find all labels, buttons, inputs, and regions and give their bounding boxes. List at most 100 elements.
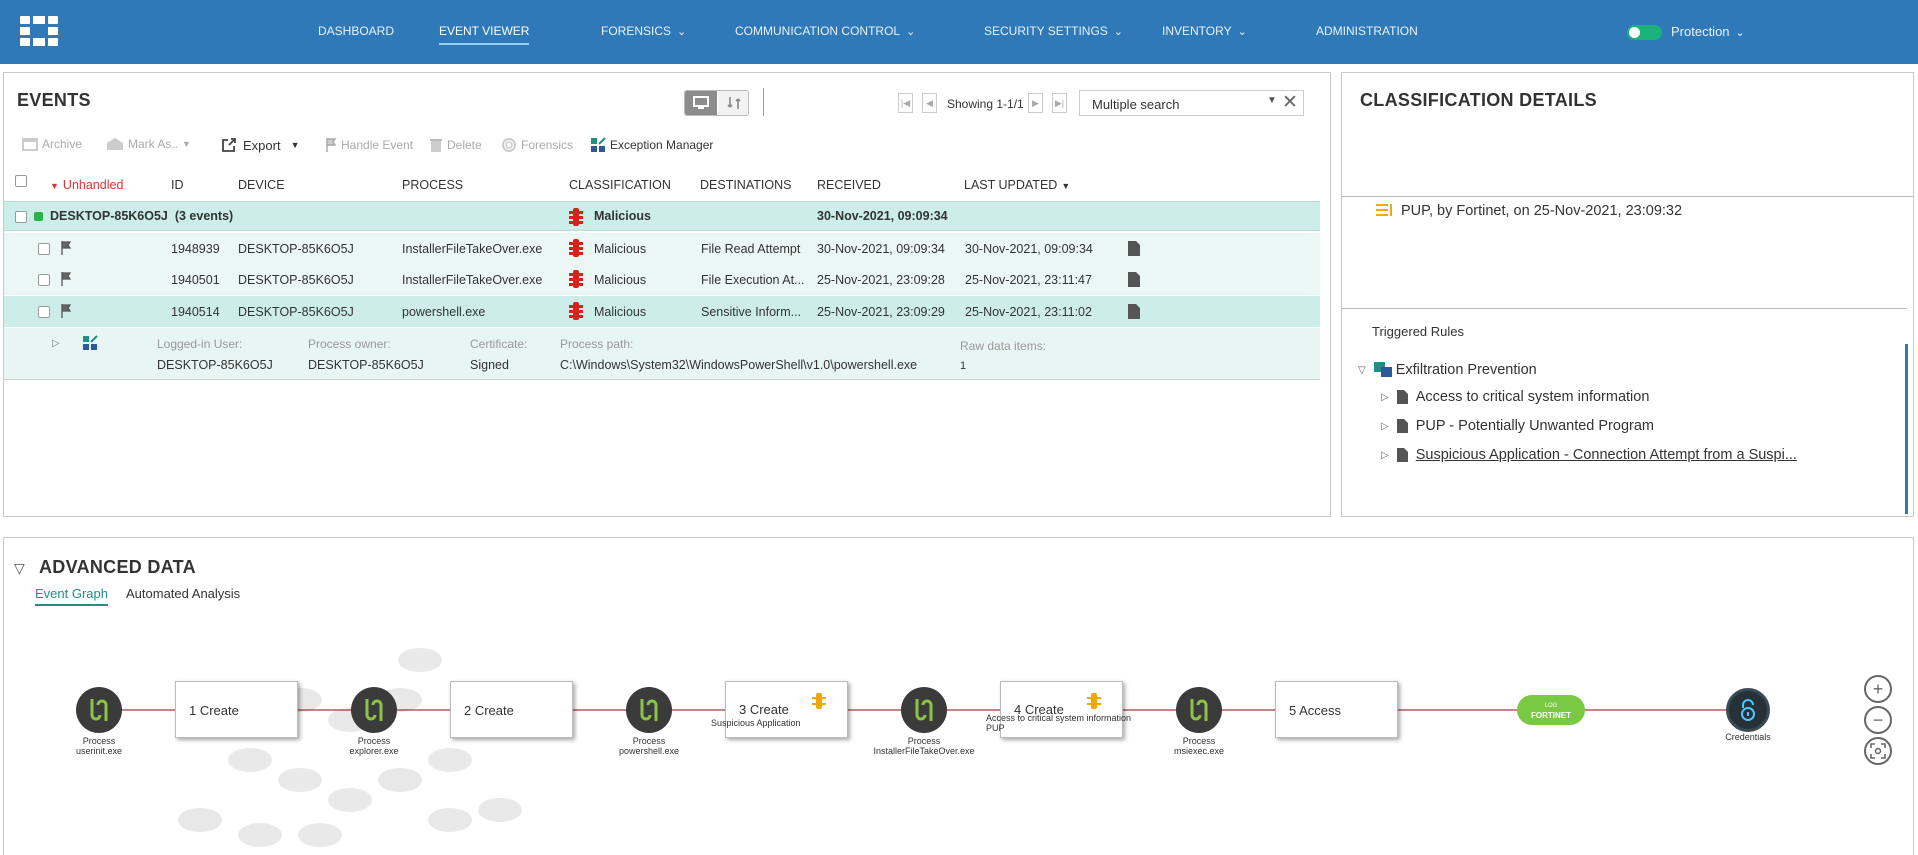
event-detail-panel: ▷ Logged-in User: DESKTOP-85K6O5J Proces… [4, 328, 1320, 380]
row-process: InstallerFileTakeOver.exe [402, 272, 543, 287]
table-row[interactable]: 1940501 DESKTOP-85K6O5J InstallerFileTak… [4, 264, 1320, 295]
document-icon [1396, 448, 1408, 462]
device-group-row[interactable]: DESKTOP-85K6O5J (3 events) Malicious 30-… [4, 201, 1320, 231]
nav-communication-control[interactable]: COMMUNICATION CONTROL ⌄ [735, 24, 915, 38]
exception-manager-button[interactable]: Exception Manager [590, 137, 713, 153]
forensics-button[interactable]: Forensics [501, 137, 573, 153]
expand-arrow-icon[interactable]: ▷ [52, 338, 60, 349]
group-checkbox[interactable] [15, 211, 27, 223]
rule-item[interactable]: ▷ Access to critical system information [1381, 389, 1649, 405]
group-received: 30-Nov-2021, 09:09:34 [817, 209, 948, 223]
column-header-last-updated[interactable]: LAST UPDATED ▼ [964, 178, 1070, 192]
document-icon[interactable] [1128, 304, 1140, 319]
process-icon [915, 699, 933, 721]
nav-event-viewer[interactable]: EVENT VIEWER [439, 24, 530, 45]
first-page-button[interactable]: |◀ [898, 93, 913, 113]
protection-menu[interactable]: Protection ⌄ [1671, 24, 1745, 39]
action-node-create-3[interactable]: 3 Create Suspicious Application [711, 681, 848, 738]
classification-entry: PUP, by Fortinet, on 25-Nov-2021, 23:09:… [1401, 203, 1683, 219]
fortinet-logo-icon[interactable] [20, 16, 58, 46]
action-node-create-4[interactable]: 4 Create Access to critical system infor… [986, 681, 1131, 738]
tab-event-graph[interactable]: Event Graph [35, 586, 108, 606]
process-node-msiexec[interactable] [1176, 687, 1222, 733]
column-header-destinations[interactable]: DESTINATIONS [700, 178, 791, 192]
action-node-access-5[interactable]: 5 Access [1275, 681, 1398, 738]
last-page-button[interactable]: ▶| [1052, 93, 1067, 113]
handle-event-button[interactable]: Handle Event [325, 137, 413, 153]
table-row-selected[interactable]: 1940514 DESKTOP-85K6O5J powershell.exe M… [4, 296, 1320, 327]
collapse-arrow-icon[interactable]: ▽ [14, 560, 25, 577]
unhandled-filter[interactable]: ▼ Unhandled [50, 178, 123, 192]
nav-forensics[interactable]: FORENSICS ⌄ [601, 24, 686, 38]
clear-search-icon[interactable]: ✕ [1282, 91, 1298, 114]
row-checkbox[interactable] [38, 274, 50, 286]
flag-icon[interactable] [61, 272, 71, 286]
rule-item[interactable]: ▷ Suspicious Application - Connection At… [1381, 447, 1797, 463]
chevron-down-icon: ⌄ [906, 26, 916, 38]
process-icon [90, 699, 108, 721]
row-checkbox[interactable] [38, 306, 50, 318]
expand-arrow-icon[interactable]: ▷ [1381, 421, 1389, 432]
action-label: 5 Access [1289, 703, 1342, 718]
table-row[interactable]: 1948939 DESKTOP-85K6O5J InstallerFileTak… [4, 233, 1320, 264]
row-classification: Malicious [594, 272, 647, 287]
zoom-out-button[interactable]: − [1864, 706, 1892, 734]
column-header-process[interactable]: PROCESS [402, 178, 463, 192]
rule-item[interactable]: ▷ PUP - Potentially Unwanted Program [1381, 418, 1654, 434]
tab-automated-analysis[interactable]: Automated Analysis [126, 586, 240, 601]
column-header-received[interactable]: RECEIVED [817, 178, 881, 192]
row-process: powershell.exe [402, 304, 486, 319]
divider [1342, 308, 1907, 309]
action-node-create-2[interactable]: 2 Create [450, 681, 573, 738]
column-header-id[interactable]: ID [171, 178, 184, 192]
process-path-value: C:\Windows\System32\WindowsPowerShell\v1… [560, 358, 918, 372]
nav-dashboard[interactable]: DASHBOARD [318, 24, 394, 38]
select-all-checkbox[interactable] [15, 175, 27, 187]
export-button[interactable]: Export ▼ [221, 137, 300, 153]
export-icon [222, 138, 236, 152]
top-navigation-bar: DASHBOARD EVENT VIEWER FORENSICS ⌄ COMMUN… [0, 0, 1918, 64]
events-title: EVENTS [17, 90, 91, 110]
column-header-device[interactable]: DEVICE [238, 178, 285, 192]
chevron-down-icon: ⌄ [1237, 26, 1247, 38]
delete-button[interactable]: Delete [429, 137, 482, 153]
raw-data-value[interactable]: 1 [960, 360, 966, 372]
expand-arrow-icon[interactable]: ▷ [1381, 450, 1389, 461]
fortinet-log-badge[interactable]: LOG FORTINET [1517, 695, 1585, 725]
expand-arrow-icon[interactable]: ▷ [1381, 392, 1389, 403]
process-node-explorer[interactable] [351, 687, 397, 733]
mark-as-button[interactable]: Mark As.. ▼ [106, 137, 191, 151]
flag-icon[interactable] [61, 241, 71, 255]
fortinet-badge-label: FORTINET [1531, 711, 1571, 720]
unhandled-filter-label: Unhandled [62, 178, 124, 192]
archive-button[interactable]: Archive [22, 137, 82, 151]
document-icon[interactable] [1128, 272, 1140, 287]
zoom-in-button[interactable]: + [1864, 675, 1892, 703]
nav-administration[interactable]: ADMINISTRATION [1316, 24, 1418, 38]
action-node-create-1[interactable]: 1 Create [175, 681, 298, 738]
process-node-label: Process userinit.exe [75, 736, 123, 756]
scrollbar[interactable] [1905, 344, 1908, 514]
device-view-button[interactable] [685, 91, 717, 115]
protection-toggle[interactable] [1627, 25, 1662, 40]
row-checkbox[interactable] [38, 243, 50, 255]
mark-as-label: Mark As.. [128, 137, 179, 151]
process-node-powershell[interactable] [626, 687, 672, 733]
process-view-button[interactable] [718, 91, 748, 115]
document-icon[interactable] [1128, 241, 1140, 256]
next-page-button[interactable]: ▶ [1028, 93, 1043, 113]
flag-icon[interactable] [61, 304, 71, 318]
fit-to-screen-button[interactable] [1864, 737, 1892, 765]
nav-security-settings[interactable]: SECURITY SETTINGS ⌄ [984, 24, 1123, 38]
multiple-search-select[interactable]: Multiple search ▼ ✕ [1079, 90, 1304, 116]
nav-inventory[interactable]: INVENTORY ⌄ [1162, 24, 1247, 38]
prev-page-button[interactable]: ◀ [922, 93, 937, 113]
process-node-userinit[interactable] [76, 687, 122, 733]
credentials-node[interactable] [1726, 688, 1770, 732]
policy-exfiltration-prevention[interactable]: ▽ Exfiltration Prevention [1358, 362, 1537, 378]
column-header-classification[interactable]: CLASSIFICATION [569, 178, 671, 192]
collapse-arrow-icon[interactable]: ▽ [1358, 365, 1366, 376]
process-node-installerfiletakeover[interactable] [901, 687, 947, 733]
apps-icon [83, 335, 98, 350]
fortinet-log-label: LOG [1544, 703, 1558, 709]
